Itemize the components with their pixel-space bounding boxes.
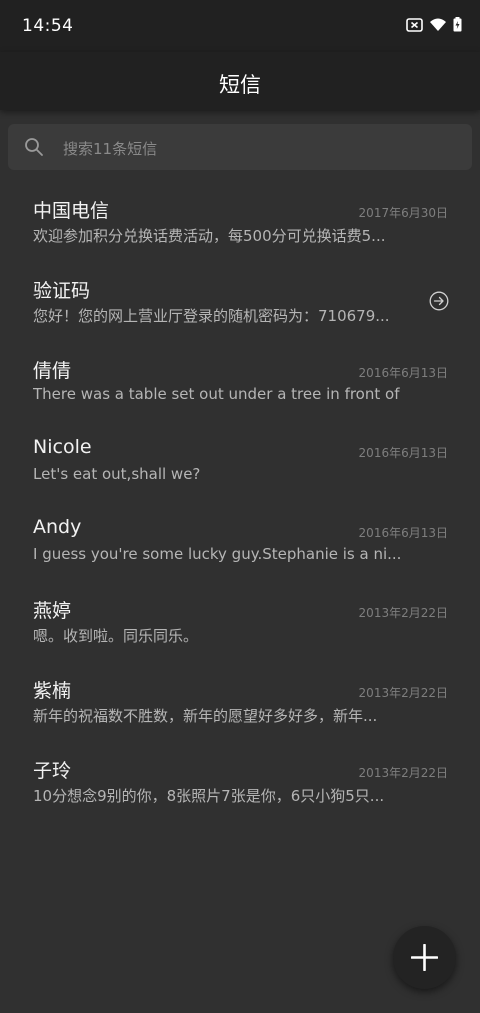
message-item-7[interactable]: 紫楠 2013年2月22日 新年的祝福数不胜数，新年的愿望好多好多，新年...	[0, 658, 480, 738]
message-sender: 子玲	[33, 760, 72, 782]
message-item-8[interactable]: 子玲 2013年2月22日 10分想念9别的你，8张照片7张是你，6只小狗5只.…	[0, 738, 480, 818]
status-time: 14:54	[22, 16, 74, 36]
search-placeholder: 搜索11条短信	[63, 140, 158, 158]
message-item-3[interactable]: 倩倩 2016年6月13日 There was a table set out …	[0, 338, 480, 418]
message-item-6[interactable]: 燕婷 2013年2月22日 嗯。收到啦。同乐同乐。	[0, 578, 480, 658]
message-item-1[interactable]: 中国电信 2017年6月30日 欢迎参加积分兑换话费活动，每500分可兑换话费5…	[0, 178, 480, 258]
battery-charging-icon	[453, 17, 462, 36]
message-sender: 燕婷	[33, 600, 72, 622]
message-preview: 嗯。收到啦。同乐同乐。	[33, 627, 199, 645]
message-preview: I guess you're some lucky guy.Stephanie …	[33, 545, 402, 563]
message-sender: 验证码	[33, 280, 91, 302]
message-sender: 中国电信	[33, 200, 110, 222]
status-icons	[406, 17, 462, 36]
message-preview: 新年的祝福数不胜数，新年的愿望好多好多，新年...	[33, 707, 378, 725]
message-date: 2013年2月22日	[358, 686, 448, 700]
page-title: 短信	[219, 73, 261, 97]
message-sender: 紫楠	[33, 680, 72, 702]
wifi-icon	[430, 17, 446, 36]
message-item-2[interactable]: 验证码 您好！您的网上营业厅登录的随机密码为：710679...	[0, 258, 480, 338]
message-sender: Nicole	[33, 436, 92, 458]
new-message-button[interactable]	[393, 926, 456, 989]
message-item-4[interactable]: Nicole 2016年6月13日 Let's eat out,shall we…	[0, 418, 480, 498]
message-date: 2013年2月22日	[358, 606, 448, 620]
message-preview: There was a table set out under a tree i…	[33, 385, 405, 403]
message-preview: 欢迎参加积分兑换话费活动，每500分可兑换话费5...	[33, 227, 386, 245]
message-date: 2016年6月13日	[358, 366, 448, 380]
message-item-5[interactable]: Andy 2016年6月13日 I guess you're some luck…	[0, 498, 480, 578]
message-list: 中国电信 2017年6月30日 欢迎参加积分兑换话费活动，每500分可兑换话费5…	[0, 178, 480, 818]
message-date: 2016年6月13日	[358, 526, 448, 540]
message-sender: Andy	[33, 516, 82, 538]
app-bar: 短信	[0, 52, 480, 110]
message-preview: 您好！您的网上营业厅登录的随机密码为：710679...	[33, 307, 390, 325]
sim-x-icon	[406, 17, 423, 36]
message-sender: 倩倩	[33, 360, 72, 382]
message-date: 2016年6月13日	[358, 446, 448, 460]
message-date: 2017年6月30日	[358, 206, 448, 220]
search-input[interactable]: 搜索11条短信	[8, 124, 472, 170]
arrow-right-circle-icon[interactable]	[429, 291, 449, 311]
message-preview: Let's eat out,shall we?	[33, 465, 201, 483]
search-icon	[24, 137, 44, 157]
message-date: 2013年2月22日	[358, 766, 448, 780]
status-bar: 14:54	[0, 0, 480, 52]
message-preview: 10分想念9别的你，8张照片7张是你，6只小狗5只...	[33, 787, 385, 805]
